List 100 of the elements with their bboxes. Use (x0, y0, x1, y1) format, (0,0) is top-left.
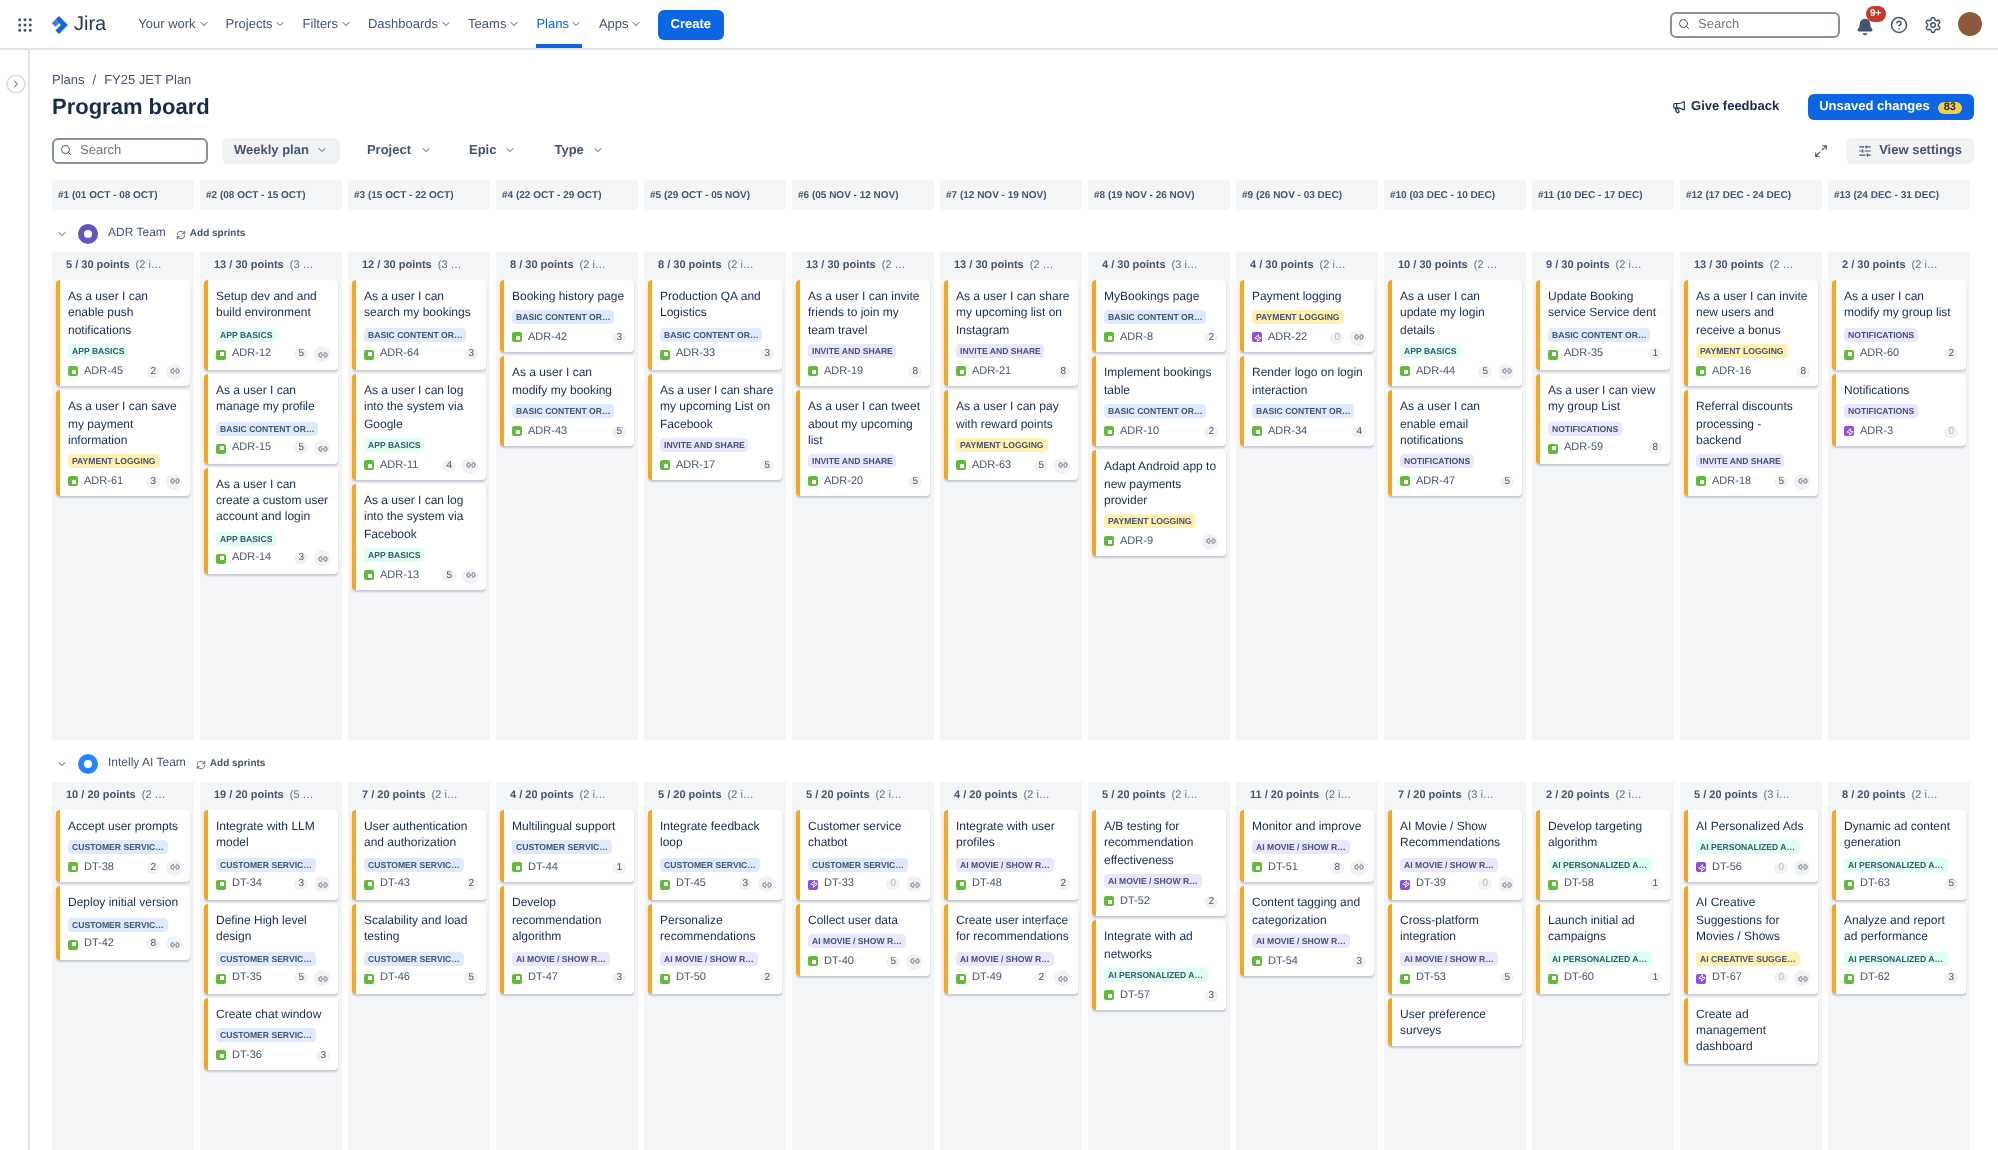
square-icon (68, 862, 78, 873)
chevron-down-icon (339, 18, 352, 30)
square-icon (956, 460, 966, 471)
square-icon (1252, 426, 1262, 437)
square-icon (512, 332, 522, 343)
square-icon (216, 349, 226, 360)
link-icon[interactable] (314, 970, 330, 987)
square-icon (216, 1050, 226, 1061)
link-icon[interactable] (166, 859, 182, 876)
square-icon (1548, 349, 1558, 360)
app-grid-icon[interactable] (16, 15, 34, 33)
lightning-icon (1696, 973, 1706, 984)
link-icon[interactable] (166, 363, 182, 380)
square-icon (216, 553, 226, 564)
square-icon (1104, 426, 1114, 437)
square-icon (660, 349, 670, 360)
chevron-down-icon (316, 144, 329, 157)
chevron-down-icon (419, 144, 431, 157)
link-icon[interactable] (1794, 970, 1810, 987)
link-icon[interactable] (1350, 859, 1366, 876)
square-icon (1252, 956, 1262, 967)
chevron-down-icon (274, 18, 287, 30)
collapse-caret-icon[interactable] (56, 228, 68, 240)
square-icon (1400, 476, 1410, 487)
square-icon (364, 570, 374, 581)
square-icon (68, 366, 78, 377)
link-icon[interactable] (1202, 533, 1218, 550)
square-icon (1696, 366, 1706, 377)
square-icon (1104, 990, 1114, 1001)
square-icon (808, 956, 818, 967)
settings-icon[interactable] (1924, 15, 1942, 33)
square-icon (660, 879, 670, 890)
expand-arrows-icon (1813, 143, 1828, 158)
lightning-icon (1252, 332, 1262, 343)
link-icon[interactable] (1794, 473, 1810, 490)
lightning-icon (808, 879, 818, 890)
link-icon[interactable] (314, 550, 330, 567)
square-icon (1548, 973, 1558, 984)
square-icon (216, 973, 226, 984)
link-icon[interactable] (758, 876, 774, 893)
lightning-icon (1400, 879, 1410, 890)
link-icon[interactable] (314, 440, 330, 457)
square-icon (512, 973, 522, 984)
square-icon (660, 973, 670, 984)
link-icon[interactable] (166, 473, 182, 490)
link-icon[interactable] (906, 953, 922, 970)
link-icon[interactable] (462, 567, 478, 584)
link-icon[interactable] (314, 346, 330, 363)
square-icon (1400, 973, 1410, 984)
square-icon (68, 939, 78, 950)
square-icon (808, 476, 818, 487)
collapse-caret-icon[interactable] (56, 758, 68, 770)
square-icon (364, 349, 374, 360)
link-icon[interactable] (1054, 970, 1070, 987)
square-icon (1548, 443, 1558, 454)
refresh-icon (195, 759, 206, 769)
square-icon (1696, 476, 1706, 487)
link-icon[interactable] (1498, 876, 1514, 893)
product-name: Jira (74, 13, 107, 35)
square-icon (1104, 332, 1114, 343)
link-icon[interactable] (1498, 363, 1514, 380)
chevron-down-icon (508, 18, 521, 30)
square-icon (808, 366, 818, 377)
link-icon[interactable] (906, 876, 922, 893)
chevron-right-icon (10, 78, 22, 90)
square-icon (216, 443, 226, 454)
square-icon (364, 879, 374, 890)
link-icon[interactable] (314, 876, 330, 893)
fullscreen-button[interactable] (1809, 139, 1832, 162)
square-icon (1104, 536, 1114, 547)
square-icon (956, 879, 966, 890)
chevron-down-icon (440, 18, 453, 30)
page-title: Program board (52, 95, 210, 120)
lightning-icon (1696, 862, 1706, 873)
chevron-down-icon (570, 18, 583, 30)
chevron-down-icon (504, 144, 517, 157)
expand-sidebar-button[interactable] (6, 74, 26, 94)
sliders-icon (1857, 143, 1872, 158)
chevron-down-icon (630, 18, 643, 30)
square-icon (1252, 862, 1262, 873)
user-avatar[interactable] (1958, 12, 1982, 36)
chevron-down-icon (591, 144, 604, 157)
link-icon[interactable] (166, 936, 182, 953)
link-icon[interactable] (462, 457, 478, 474)
help-icon[interactable] (1890, 15, 1908, 33)
square-icon (364, 460, 374, 471)
square-icon (512, 862, 522, 873)
link-icon[interactable] (1794, 859, 1810, 876)
square-icon (1104, 896, 1114, 907)
square-icon (1844, 879, 1854, 890)
square-icon (512, 426, 522, 437)
refresh-icon (175, 229, 186, 239)
square-icon (216, 879, 226, 890)
link-icon[interactable] (1054, 457, 1070, 474)
chevron-down-icon (197, 18, 210, 30)
square-icon (364, 973, 374, 984)
jira-logo-icon (50, 15, 68, 33)
link-icon[interactable] (1350, 329, 1366, 346)
square-icon (1548, 879, 1558, 890)
notifications-icon[interactable] (1856, 17, 1874, 35)
